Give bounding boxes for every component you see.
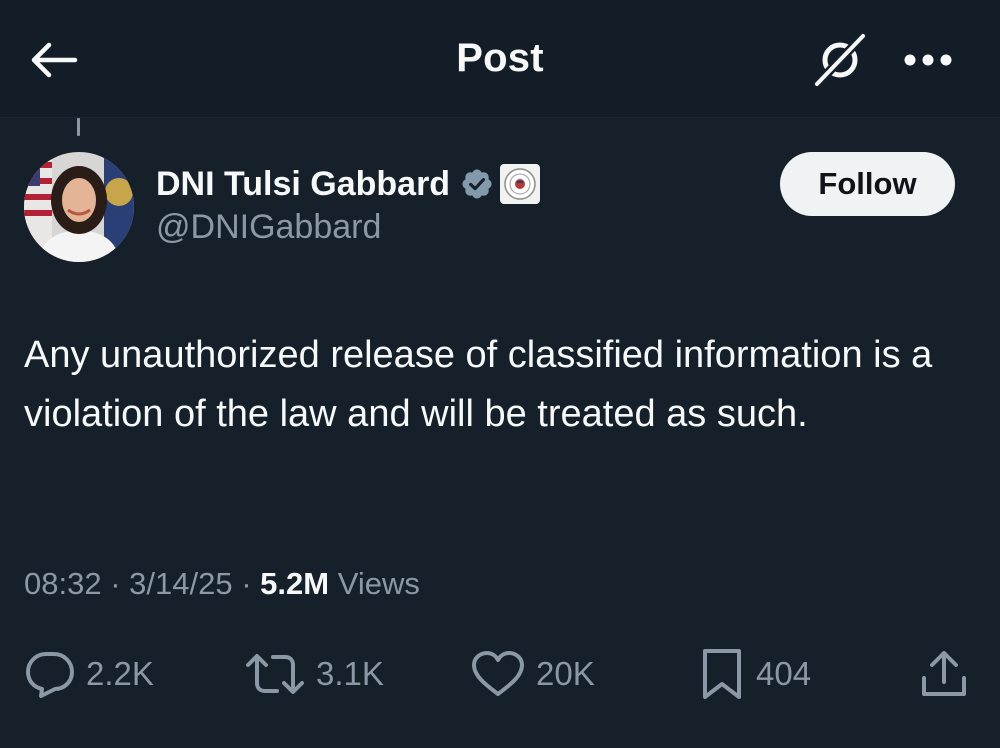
like-button[interactable]: 20K: [470, 646, 595, 702]
more-options-button[interactable]: [896, 40, 960, 80]
share-icon: [922, 651, 966, 696]
reply-count: 2.2K: [86, 655, 154, 692]
views-count[interactable]: 5.2M: [260, 566, 329, 601]
more-horizontal-icon: [904, 54, 952, 66]
reply-button[interactable]: 2.2K: [24, 646, 154, 702]
meta-separator: ·: [110, 566, 121, 601]
repost-button[interactable]: 3.1K: [244, 646, 384, 702]
bookmark-icon: [703, 649, 741, 699]
author-handle[interactable]: @DNIGabbard: [156, 208, 381, 247]
post-text: Any unauthorized release of classified i…: [24, 334, 933, 435]
post-time[interactable]: 08:32: [24, 566, 102, 601]
government-seal-icon[interactable]: [500, 164, 541, 204]
author-name-row: DNI Tulsi Gabbard: [156, 162, 541, 206]
verified-badge-icon[interactable]: [460, 167, 494, 201]
post-metadata: 08:32 · 3/14/25 · 5.2M Views: [24, 566, 420, 602]
thread-connector-line: [77, 118, 80, 136]
share-button[interactable]: [918, 646, 970, 702]
grok-icon: [812, 32, 868, 88]
author-display-name[interactable]: DNI Tulsi Gabbard: [156, 165, 450, 204]
repost-icon: [246, 654, 304, 694]
reply-icon: [26, 652, 74, 698]
repost-count: 3.1K: [316, 655, 384, 692]
follow-button[interactable]: Follow: [780, 152, 955, 216]
heart-icon: [472, 651, 524, 696]
like-count: 20K: [536, 655, 595, 692]
post-date[interactable]: 3/14/25: [129, 566, 232, 601]
bookmark-count: 404: [756, 655, 812, 692]
meta-separator: ·: [241, 566, 252, 601]
bookmark-button[interactable]: 404: [698, 646, 811, 702]
top-navigation-bar: Post: [0, 0, 1000, 118]
grok-button[interactable]: [808, 30, 872, 90]
views-label[interactable]: Views: [338, 566, 420, 601]
avatar[interactable]: [24, 152, 134, 262]
